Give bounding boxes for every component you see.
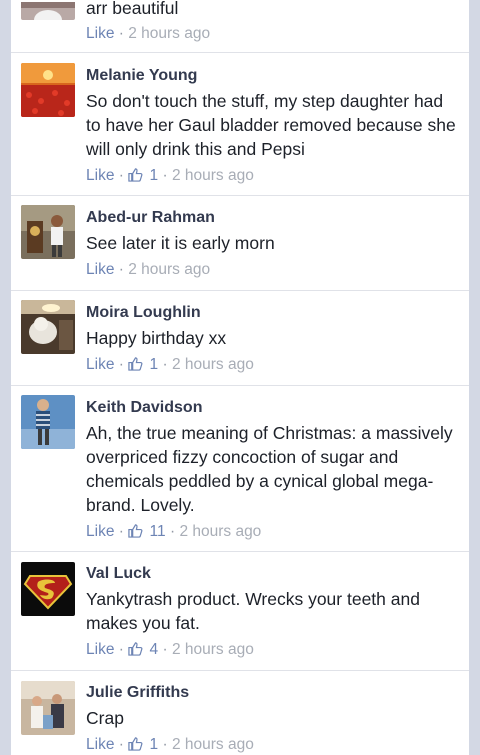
comment-meta: Like · 2 hours ago [86, 261, 210, 279]
thumbs-up-icon [128, 737, 143, 751]
separator: · [162, 356, 168, 373]
separator: · [162, 167, 168, 184]
timestamp[interactable]: 2 hours ago [172, 167, 254, 184]
avatar[interactable] [21, 63, 75, 117]
timestamp[interactable]: 2 hours ago [179, 523, 261, 540]
comment-item: Keith Davidson Ah, the true meaning of C… [11, 385, 469, 552]
avatar[interactable] [21, 205, 75, 259]
commenter-name[interactable]: Keith Davidson [86, 399, 202, 417]
avatar[interactable] [21, 681, 75, 735]
like-link[interactable]: Like [86, 523, 114, 540]
commenter-name[interactable]: Val Luck [86, 565, 151, 583]
like-link[interactable]: Like [86, 641, 114, 658]
thumbs-up-icon [128, 357, 143, 371]
separator: · [118, 523, 124, 540]
like-count[interactable]: 4 [150, 641, 159, 658]
separator: · [169, 523, 176, 540]
commenter-name[interactable]: Julie Griffiths [86, 684, 189, 702]
comment-item: Melanie Young So don't touch the stuff, … [11, 52, 469, 196]
commenter-name[interactable]: Abed-ur Rahman [86, 209, 215, 227]
commenter-name[interactable]: Moira Loughlin [86, 304, 201, 322]
comment-meta: Like · 1 · 2 hours ago [86, 736, 254, 754]
comment-meta: Like · 1 · 2 hours ago [86, 167, 254, 185]
like-link[interactable]: Like [86, 261, 114, 278]
like-count[interactable]: 1 [150, 736, 159, 753]
separator: · [162, 736, 168, 753]
like-link[interactable]: Like [86, 25, 114, 42]
comment-text: Ah, the true meaning of Christmas: a mas… [86, 423, 453, 515]
like-link[interactable]: Like [86, 736, 114, 753]
comments-feed: arr beautiful Like · 2 hours ago Melanie… [11, 0, 469, 755]
timestamp[interactable]: 2 hours ago [172, 736, 254, 753]
timestamp[interactable]: 2 hours ago [128, 261, 210, 278]
avatar[interactable] [21, 395, 75, 449]
like-link[interactable]: Like [86, 167, 114, 184]
comment-meta: Like · 1 · 2 hours ago [86, 356, 254, 374]
separator: · [118, 356, 124, 373]
like-link[interactable]: Like [86, 356, 114, 373]
separator: · [118, 641, 124, 658]
comment-meta: Like · 4 · 2 hours ago [86, 641, 254, 659]
like-count[interactable]: 1 [150, 167, 159, 184]
avatar[interactable] [21, 300, 75, 354]
comment-text: See later it is early morn [86, 233, 275, 253]
comment-item: Abed-ur Rahman See later it is early mor… [11, 195, 469, 291]
comment-item: Val Luck Yankytrash product. Wrecks your… [11, 551, 469, 671]
comment-item: Julie Griffiths Crap Like · 1 · 2 hours … [11, 670, 469, 755]
separator: · [118, 261, 124, 278]
separator: · [118, 736, 124, 753]
thumbs-up-icon [128, 642, 143, 656]
comment-text: arr beautiful [86, 0, 179, 18]
avatar[interactable] [21, 0, 75, 20]
comment-text: So don't touch the stuff, my step daught… [86, 91, 456, 159]
comment-text: Happy birthday xx [86, 328, 227, 348]
comment-text: Yankytrash product. Wrecks your teeth an… [86, 589, 420, 633]
timestamp[interactable]: 2 hours ago [172, 641, 254, 658]
comment-meta: Like · 11 · 2 hours ago [86, 523, 261, 541]
separator: · [162, 641, 168, 658]
separator: · [118, 167, 124, 184]
comment-item: Moira Loughlin Happy birthday xx Like · … [11, 290, 469, 386]
thumbs-up-icon [128, 168, 143, 182]
avatar[interactable] [21, 562, 75, 616]
timestamp[interactable]: 2 hours ago [172, 356, 254, 373]
separator: · [118, 25, 124, 42]
like-count[interactable]: 1 [150, 356, 159, 373]
comment-item: arr beautiful Like · 2 hours ago [11, 0, 469, 53]
like-count[interactable]: 11 [150, 523, 166, 540]
thumbs-up-icon [128, 524, 143, 538]
comment-meta: Like · 2 hours ago [86, 25, 210, 43]
timestamp[interactable]: 2 hours ago [128, 25, 210, 42]
comment-text: Crap [86, 708, 124, 728]
commenter-name[interactable]: Melanie Young [86, 67, 197, 85]
